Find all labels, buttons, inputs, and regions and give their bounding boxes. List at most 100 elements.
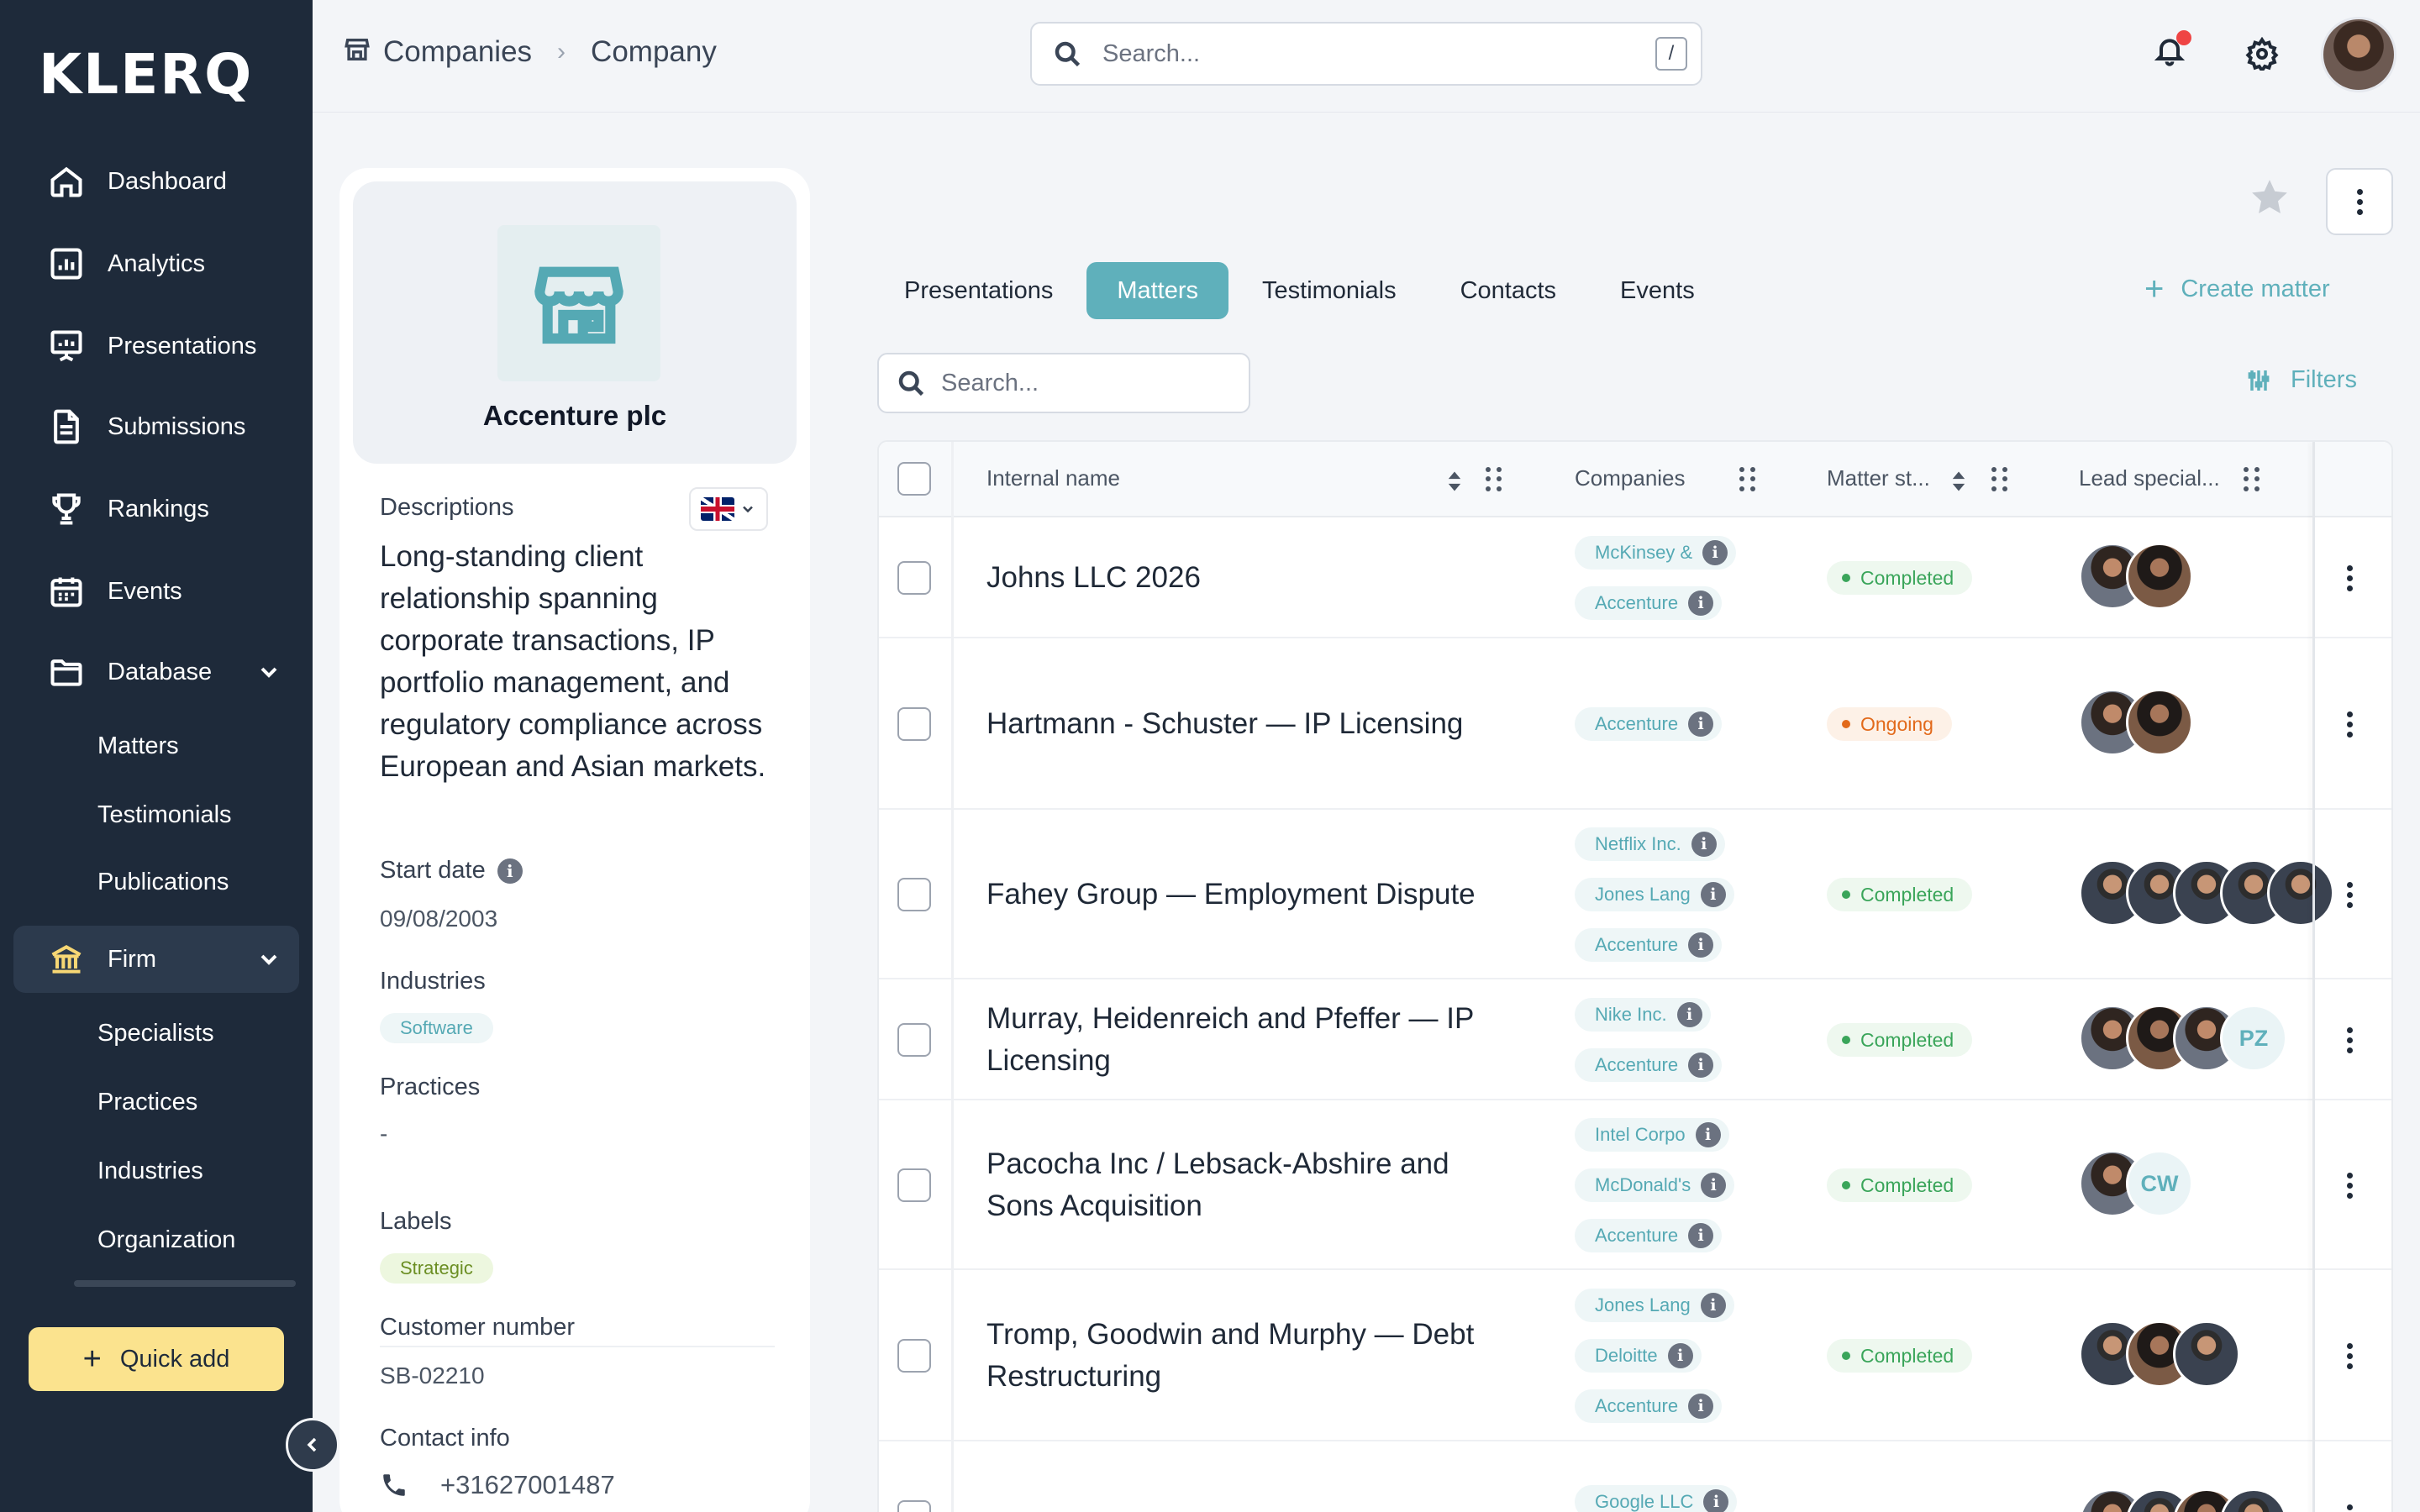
sidebar-item-events[interactable]: Events [13, 558, 299, 625]
sidebar-item-database[interactable]: Database [13, 638, 299, 706]
company-tag[interactable]: Accenture i [1575, 586, 1723, 620]
global-search-input[interactable] [1102, 39, 1623, 68]
company-tag[interactable]: Jones Lang i [1575, 878, 1734, 911]
sidebar-subitem-testimonials[interactable]: Testimonials [97, 801, 232, 829]
column-matter-status[interactable]: Matter st... [1827, 465, 1930, 491]
info-icon[interactable]: i [1700, 1293, 1726, 1318]
drag-handle-icon[interactable] [1991, 467, 2008, 492]
company-tag[interactable]: Accenture i [1575, 707, 1723, 741]
info-icon[interactable]: i [1691, 832, 1717, 857]
row-more-options-button[interactable] [2341, 1500, 2358, 1512]
specialist-initials-avatar[interactable]: CW [2126, 1150, 2193, 1217]
global-search[interactable]: / [1030, 22, 1702, 86]
quick-add-button[interactable]: + Quick add [29, 1327, 284, 1391]
row-more-options-button[interactable] [2341, 561, 2358, 595]
specialist-avatar[interactable] [2267, 859, 2334, 927]
info-icon[interactable]: i [1688, 591, 1714, 616]
user-avatar[interactable] [2321, 17, 2396, 92]
tab-events[interactable]: Events [1590, 262, 1725, 319]
sidebar-scrollbar[interactable] [74, 1280, 296, 1287]
sidebar-item-analytics[interactable]: Analytics [13, 230, 299, 297]
tab-matters[interactable]: Matters [1086, 262, 1229, 319]
tab-contacts[interactable]: Contacts [1430, 262, 1586, 319]
company-tag[interactable]: Accenture i [1575, 1219, 1723, 1252]
company-tag[interactable]: Deloitte i [1575, 1339, 1702, 1373]
info-icon[interactable]: i [1702, 540, 1728, 565]
matter-name[interactable]: Fahey Group — Employment Dispute [986, 874, 1507, 916]
info-icon[interactable]: i [1688, 1394, 1714, 1419]
settings-button[interactable] [2245, 36, 2282, 74]
favorite-button[interactable] [2249, 176, 2292, 220]
create-matter-button[interactable]: + Create matter [2144, 272, 2330, 306]
sort-icon[interactable] [1951, 470, 1966, 492]
info-icon[interactable]: i [1701, 1173, 1727, 1198]
company-tag[interactable]: McDonald's i [1575, 1168, 1735, 1202]
row-more-options-button[interactable] [2341, 878, 2358, 911]
company-tag[interactable]: Nike Inc. i [1575, 998, 1711, 1032]
column-companies[interactable]: Companies [1575, 465, 1686, 491]
info-icon[interactable]: i [1695, 1122, 1721, 1147]
row-checkbox[interactable] [897, 707, 931, 741]
row-checkbox[interactable] [897, 1339, 931, 1373]
matter-name[interactable]: Johns LLC 2026 [986, 557, 1507, 599]
select-all-checkbox[interactable] [897, 462, 931, 496]
specialist-avatar[interactable] [2126, 689, 2193, 756]
row-checkbox[interactable] [897, 561, 931, 595]
drag-handle-icon[interactable] [1739, 467, 1756, 492]
sidebar-subitem-industries[interactable]: Industries [97, 1158, 203, 1185]
company-tag[interactable]: Accenture i [1575, 1389, 1723, 1423]
info-icon[interactable]: i [1688, 1053, 1714, 1078]
company-tag[interactable]: Accenture i [1575, 1048, 1723, 1082]
matter-name[interactable]: Murray, Heidenreich and Pfeffer — IP Lic… [986, 998, 1507, 1082]
info-icon[interactable]: i [1703, 1489, 1729, 1512]
tab-presentations[interactable]: Presentations [874, 262, 1083, 319]
matter-name[interactable]: Hartmann - Schuster — IP Licensing [986, 703, 1507, 745]
info-icon[interactable]: i [1688, 932, 1714, 958]
notifications-button[interactable] [2153, 30, 2193, 74]
sidebar-item-presentations[interactable]: Presentations [13, 312, 299, 380]
collapse-sidebar-button[interactable] [286, 1418, 339, 1472]
company-tag[interactable]: Jones Lang i [1575, 1289, 1734, 1322]
more-options-button[interactable] [2326, 168, 2393, 235]
matters-search-input[interactable] [941, 369, 1244, 397]
company-tag[interactable]: Google LLC i [1575, 1485, 1738, 1512]
sidebar-subitem-publications[interactable]: Publications [97, 869, 229, 896]
row-more-options-button[interactable] [2341, 707, 2358, 741]
klerq-logo[interactable]: KLERQ [39, 42, 253, 107]
company-tag[interactable]: Netflix Inc. i [1575, 827, 1725, 861]
row-more-options-button[interactable] [2341, 1339, 2358, 1373]
specialist-initials-avatar[interactable]: PZ [2220, 1005, 2287, 1072]
specialist-avatar[interactable] [2220, 1488, 2287, 1512]
column-lead-specialist[interactable]: Lead special... [2079, 465, 2220, 491]
row-more-options-button[interactable] [2341, 1168, 2358, 1202]
sidebar-item-dashboard[interactable]: Dashboard [13, 148, 299, 215]
filters-button[interactable]: Filters [2245, 366, 2357, 394]
column-internal-name[interactable]: Internal name [986, 465, 1120, 491]
info-icon[interactable]: i [1667, 1343, 1693, 1368]
info-icon[interactable]: i [1688, 711, 1714, 737]
sidebar-item-rankings[interactable]: Rankings [13, 475, 299, 543]
row-checkbox[interactable] [897, 1500, 931, 1512]
breadcrumb-companies[interactable]: Companies [383, 35, 532, 69]
company-tag[interactable]: McKinsey & i [1575, 536, 1737, 570]
sort-icon[interactable] [1447, 470, 1462, 492]
sidebar-subitem-matters[interactable]: Matters [97, 732, 179, 760]
info-icon[interactable]: i [497, 858, 523, 884]
sidebar-subitem-practices[interactable]: Practices [97, 1089, 197, 1116]
phone-value[interactable]: +31627001487 [440, 1470, 615, 1500]
info-icon[interactable]: i [1700, 882, 1726, 907]
language-select[interactable] [689, 487, 768, 531]
company-tag[interactable]: Accenture i [1575, 928, 1723, 962]
row-checkbox[interactable] [897, 878, 931, 911]
drag-handle-icon[interactable] [2244, 467, 2260, 492]
sidebar-item-submissions[interactable]: Submissions [13, 393, 299, 460]
matter-name[interactable]: Pacocha Inc / Lebsack-Abshire and Sons A… [986, 1143, 1507, 1227]
row-checkbox[interactable] [897, 1168, 931, 1202]
row-checkbox[interactable] [897, 1023, 931, 1057]
sidebar-subitem-specialists[interactable]: Specialists [97, 1020, 214, 1047]
sidebar-item-firm[interactable]: Firm [13, 926, 299, 993]
info-icon[interactable]: i [1688, 1223, 1714, 1248]
info-icon[interactable]: i [1676, 1002, 1702, 1027]
matters-search[interactable] [877, 353, 1250, 413]
specialist-avatar[interactable] [2126, 543, 2193, 610]
